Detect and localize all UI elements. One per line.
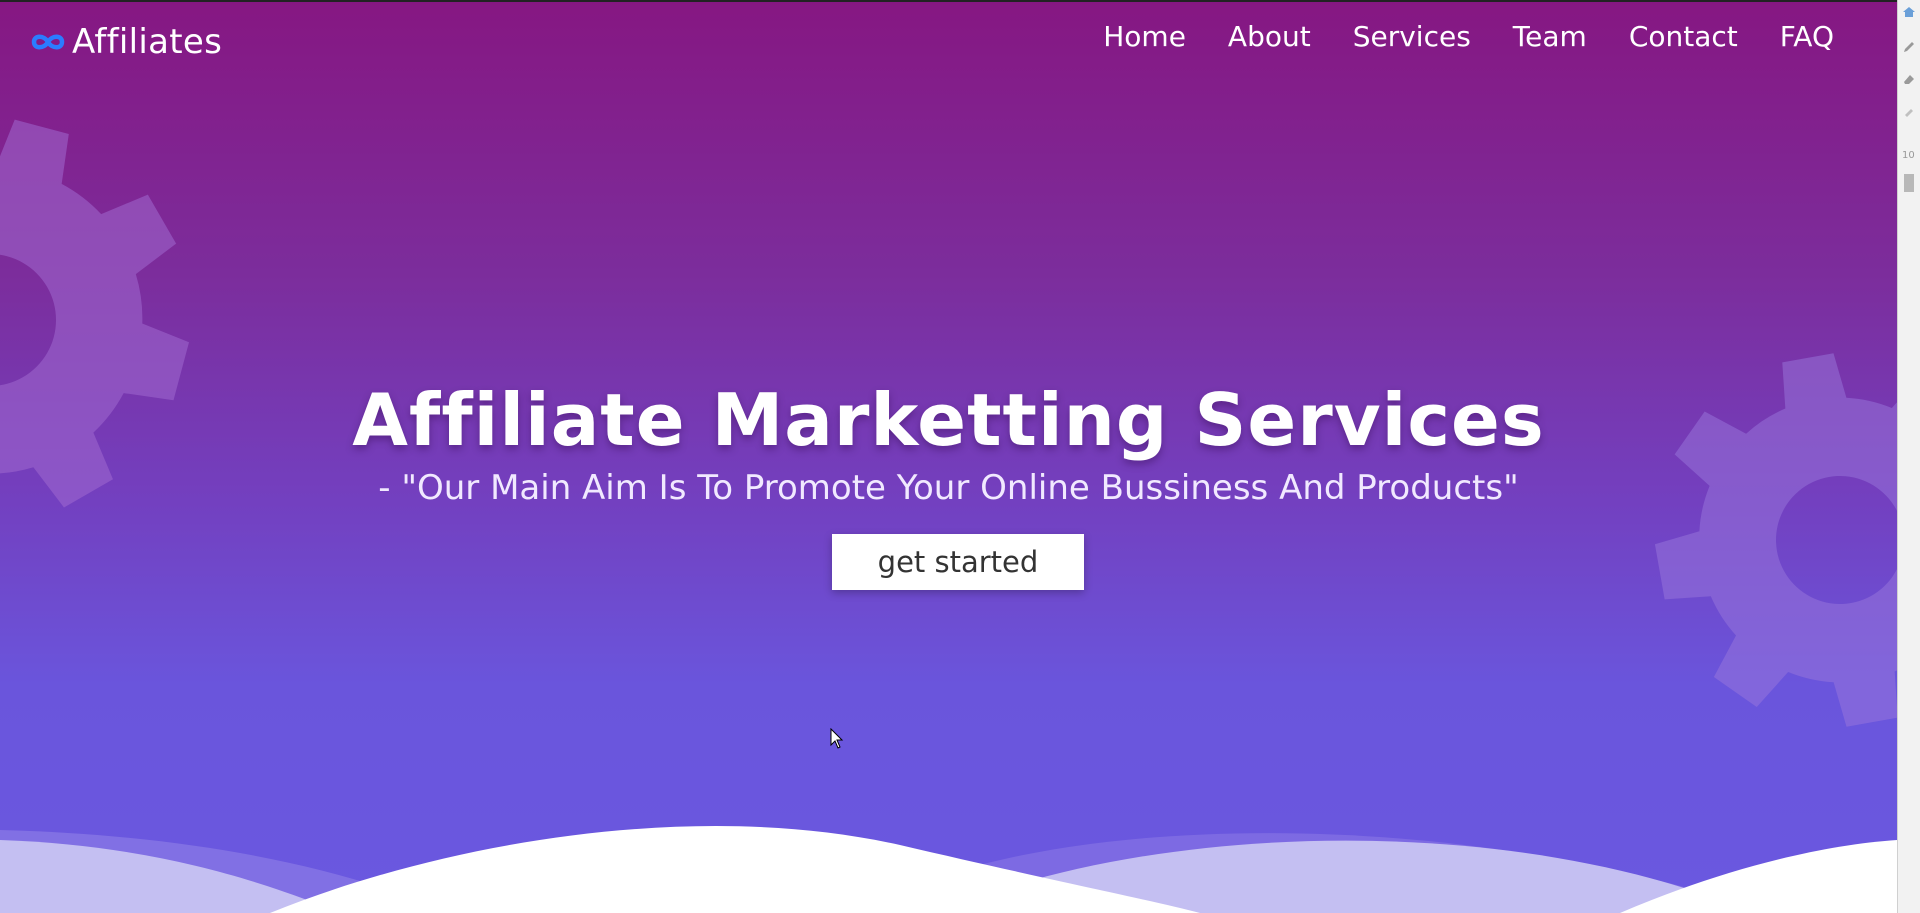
window-top-border: [0, 0, 1920, 2]
page: Affiliates Home About Services Team Cont…: [0, 0, 1920, 913]
nav-team[interactable]: Team: [1513, 18, 1587, 56]
nav-contact[interactable]: Contact: [1629, 18, 1738, 56]
wave-decoration: [0, 826, 1897, 913]
eraser-icon[interactable]: [1901, 72, 1917, 86]
mouse-cursor-icon: [830, 728, 844, 749]
infinity-icon: [30, 31, 66, 53]
pen-icon[interactable]: [1901, 40, 1917, 54]
home-icon[interactable]: [1901, 6, 1917, 18]
scrollbar-thumb[interactable]: [1901, 174, 1917, 192]
nav-about[interactable]: About: [1228, 18, 1311, 56]
hero-section: Affiliates Home About Services Team Cont…: [0, 0, 1897, 913]
side-toolbar[interactable]: 10: [1897, 0, 1920, 913]
nav-faq[interactable]: FAQ: [1780, 18, 1834, 56]
highlighter-icon[interactable]: [1901, 104, 1917, 118]
brand-logo[interactable]: Affiliates: [30, 22, 222, 62]
sidebar-number: 10: [1902, 150, 1915, 161]
nav-services[interactable]: Services: [1353, 18, 1471, 56]
hero-title: Affiliate Marketting Services: [352, 378, 1545, 462]
get-started-button[interactable]: get started: [832, 534, 1084, 590]
main-nav: Home About Services Team Contact FAQ: [1103, 18, 1834, 56]
hero-subtitle: - "Our Main Aim Is To Promote Your Onlin…: [378, 468, 1519, 508]
nav-home[interactable]: Home: [1103, 18, 1186, 56]
brand-name: Affiliates: [72, 22, 223, 62]
